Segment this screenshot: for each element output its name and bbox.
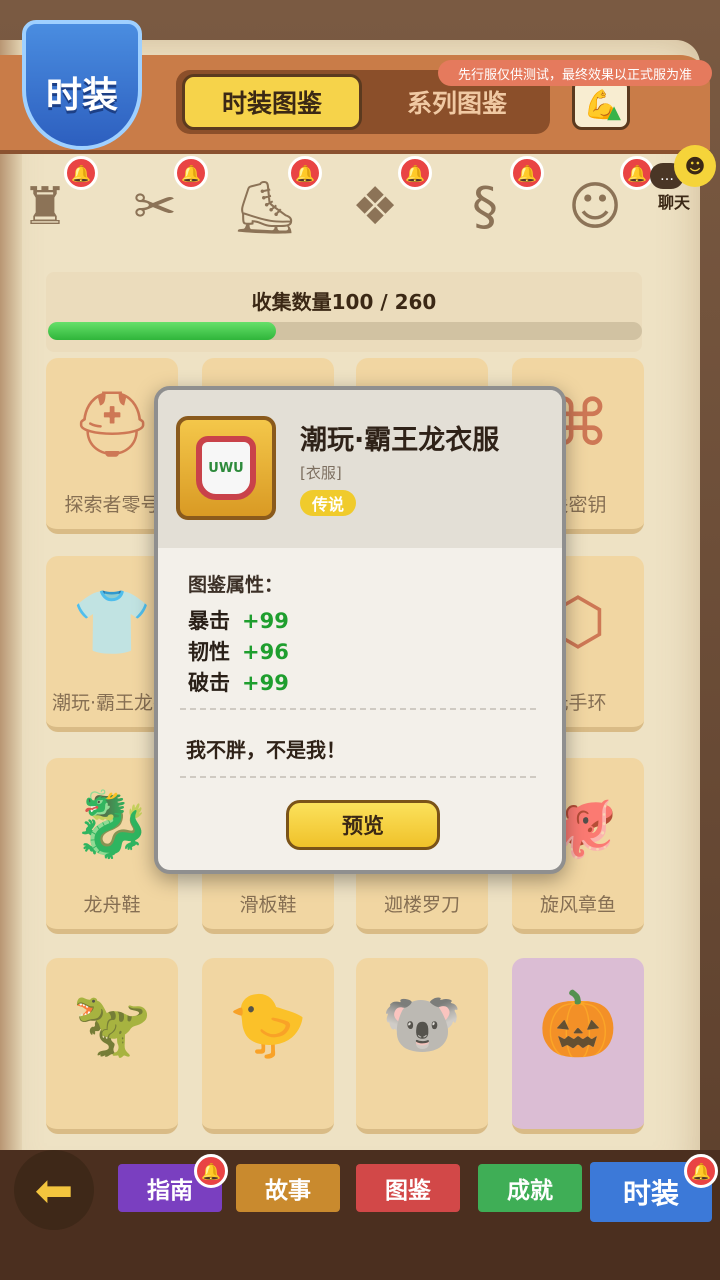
divider: [180, 776, 536, 778]
bell-icon: 🔔: [288, 156, 322, 190]
nav-catalog[interactable]: 图鉴: [356, 1164, 460, 1212]
costume-card[interactable]: 🐤: [202, 958, 334, 1134]
item-quote: 我不胖，不是我！: [186, 738, 346, 762]
category-boot[interactable]: ⛸: [230, 172, 300, 242]
costume-art: 🐤: [228, 987, 308, 1062]
costume-art: ⛑: [71, 387, 153, 462]
category-row: ♜ ✂ ⛸ ❖ § ☺: [22, 160, 660, 250]
item-type: [衣服]: [300, 464, 342, 482]
costume-card[interactable]: 🐨: [356, 958, 488, 1134]
costume-art: 🎃: [538, 987, 618, 1062]
nav-story[interactable]: 故事: [236, 1164, 340, 1212]
bell-icon: 🔔: [174, 156, 208, 190]
boot-icon: ⛸: [231, 177, 298, 238]
bell-icon: 🔔: [398, 156, 432, 190]
costume-name: 迦楼罗刀: [383, 894, 460, 916]
bell-icon: 🔔: [510, 156, 544, 190]
attr-value: +99: [242, 671, 289, 695]
item-title: 潮玩·霸王龙衣服: [300, 425, 500, 456]
category-pet[interactable]: ☺: [560, 172, 630, 242]
bell-icon: 🔔: [64, 156, 98, 190]
costume-art: 🦖: [72, 987, 152, 1062]
chat-label: 聊天: [658, 193, 691, 212]
category-glasses[interactable]: ❖: [340, 172, 410, 242]
category-scarf[interactable]: §: [450, 172, 520, 242]
attr-name: 暴击: [188, 609, 230, 633]
progress-track: [48, 322, 642, 340]
costume-art: 👕: [72, 585, 152, 660]
rarity-badge: 传说: [300, 490, 356, 516]
progress-fill: [48, 322, 277, 340]
attr-value: +96: [242, 640, 289, 664]
chat-button[interactable]: … ☻ 聊天: [648, 145, 720, 215]
bell-icon: 🔔: [194, 1154, 228, 1188]
collection-count: 收集数量100 / 260: [251, 290, 437, 314]
attr-row: 韧性 +96: [188, 636, 289, 666]
costume-name: 龙舟鞋: [83, 894, 141, 916]
collection-progress: 收集数量100 / 260: [46, 272, 642, 352]
costume-art: 🐨: [382, 987, 462, 1062]
upgrade-arrow-icon: ▲: [607, 102, 621, 123]
back-arrow-icon[interactable]: ⬅: [14, 1150, 94, 1230]
costume-art: 🐉: [72, 787, 152, 862]
shirt-icon: UWU: [196, 436, 256, 500]
bell-icon: 🔔: [684, 1154, 718, 1188]
costume-name: 旋风章鱼: [539, 894, 616, 916]
hat-icon: ♜: [21, 177, 69, 237]
page-title: 时装: [22, 20, 142, 150]
tab-costume-catalog[interactable]: 时装图鉴: [182, 74, 362, 130]
costume-name: 滑板鞋: [239, 894, 297, 916]
attr-value: +99: [242, 609, 289, 633]
costume-card[interactable]: 🎃: [512, 958, 644, 1134]
item-icon-frame: UWU: [176, 416, 276, 520]
attr-row: 暴击 +99: [188, 605, 289, 635]
attr-name: 韧性: [188, 640, 230, 664]
scarf-icon: §: [472, 177, 498, 237]
chat-face-icon: ☻: [674, 145, 716, 187]
test-server-notice: 先行服仅供测试，最终效果以正式服为准: [438, 60, 712, 86]
divider: [180, 708, 536, 710]
attr-heading: 图鉴属性：: [188, 574, 284, 596]
pet-icon: ☺: [567, 177, 623, 237]
nav-achievement[interactable]: 成就: [478, 1164, 582, 1212]
item-detail-popup: UWU 潮玩·霸王龙衣服 [衣服] 传说 图鉴属性： 暴击 +99 韧性 +96 破…: [154, 386, 566, 874]
preview-button[interactable]: 预览: [286, 800, 440, 850]
top-icon: ✂: [133, 177, 177, 237]
attr-row: 破击 +99: [188, 667, 289, 697]
glasses-icon: ❖: [351, 177, 399, 237]
attr-name: 破击: [188, 671, 230, 695]
costume-card[interactable]: 🦖: [46, 958, 178, 1134]
